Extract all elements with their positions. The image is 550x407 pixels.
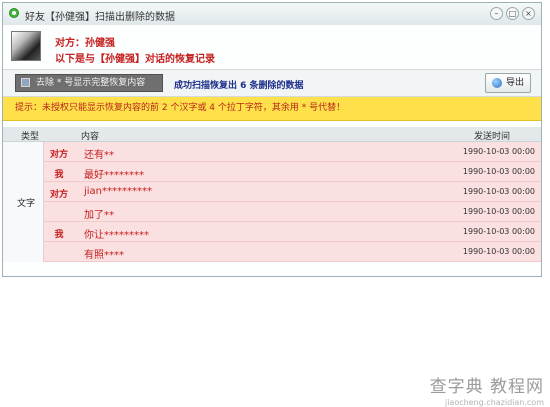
type-value: 文字 (17, 199, 36, 209)
table-row[interactable]: 对方 还有** 1990-10-03 00:00 (44, 142, 541, 162)
watermark-url: jiaocheng.chazidian.com (444, 398, 544, 407)
contact-name: 对方：孙健强 (55, 38, 115, 49)
export-icon (492, 78, 502, 88)
table-row[interactable]: 有照**** 1990-10-03 00:00 (44, 242, 541, 262)
message-content: 你让********* (84, 230, 149, 241)
message-content: 最好******** (84, 170, 144, 181)
export-button[interactable]: 导出 (485, 73, 531, 93)
send-time: 1990-10-03 00:00 (462, 247, 535, 256)
table-row[interactable]: 加了** 1990-10-03 00:00 (44, 202, 541, 222)
column-header-content[interactable]: 内容 (81, 129, 99, 142)
window-controls: – □ × (490, 7, 535, 20)
app-icon (9, 8, 19, 18)
sender-label: 我 (54, 170, 64, 180)
send-time: 1990-10-03 00:00 (462, 167, 535, 176)
message-content: 加了** (84, 210, 114, 221)
scan-result-message: 成功扫描恢复出 6 条删除的数据 (174, 81, 304, 91)
document-icon (21, 78, 30, 87)
column-header-type[interactable]: 类型 (21, 129, 39, 142)
watermark-logo-text: 查字典 教程网 (429, 377, 544, 397)
close-button[interactable]: × (522, 7, 535, 20)
column-header-time[interactable]: 发送时间 (474, 129, 510, 142)
send-time: 1990-10-03 00:00 (462, 207, 535, 216)
message-content: 还有** (84, 150, 114, 161)
export-label: 导出 (506, 78, 525, 88)
send-time: 1990-10-03 00:00 (462, 227, 535, 236)
title-bar: 好友【孙健强】扫描出删除的数据 – □ × (3, 3, 541, 26)
message-content: 有照**** (84, 250, 124, 261)
type-cell: 文字 (3, 142, 44, 262)
send-time: 1990-10-03 00:00 (462, 187, 535, 196)
sender-label: 对方 (49, 150, 68, 160)
table-row[interactable]: 我 你让********* 1990-10-03 00:00 (44, 222, 541, 242)
message-content: jian********** (84, 186, 153, 197)
minimize-button[interactable]: – (490, 7, 503, 20)
recovery-subtitle: 以下是与【孙健强】对话的恢复记录 (55, 54, 215, 65)
message-table: 文字 对方 还有** 1990-10-03 00:00 我 最好********… (3, 142, 541, 266)
remove-mask-label: 去除 * 号显示完整恢复内容 (36, 78, 146, 88)
sender-label: 对方 (49, 190, 68, 200)
remove-mask-button[interactable]: 去除 * 号显示完整恢复内容 (15, 74, 163, 92)
avatar (11, 31, 41, 61)
toolbar: 去除 * 号显示完整恢复内容 成功扫描恢复出 6 条删除的数据 导出 (3, 69, 541, 97)
maximize-button[interactable]: □ (506, 7, 519, 20)
table-header: 类型 内容 发送时间 (3, 127, 541, 142)
window-title: 好友【孙健强】扫描出删除的数据 (25, 12, 175, 23)
send-time: 1990-10-03 00:00 (462, 147, 535, 156)
table-row[interactable]: 对方 jian********** 1990-10-03 00:00 (44, 182, 541, 202)
site-watermark: 查字典 教程网 jiaocheng.chazidian.com (430, 372, 544, 407)
sender-label: 我 (54, 230, 64, 240)
contact-header: 对方：孙健强 以下是与【孙健强】对话的恢复记录 (3, 25, 541, 69)
table-row[interactable]: 我 最好******** 1990-10-03 00:00 (44, 162, 541, 182)
recovery-window: 好友【孙健强】扫描出删除的数据 – □ × 对方：孙健强 以下是与【孙健强】对话… (2, 2, 542, 277)
license-tip: 提示：未授权只能显示恢复内容的前 2 个汉字或 4 个拉丁字符，其余用 * 号代… (3, 97, 541, 121)
